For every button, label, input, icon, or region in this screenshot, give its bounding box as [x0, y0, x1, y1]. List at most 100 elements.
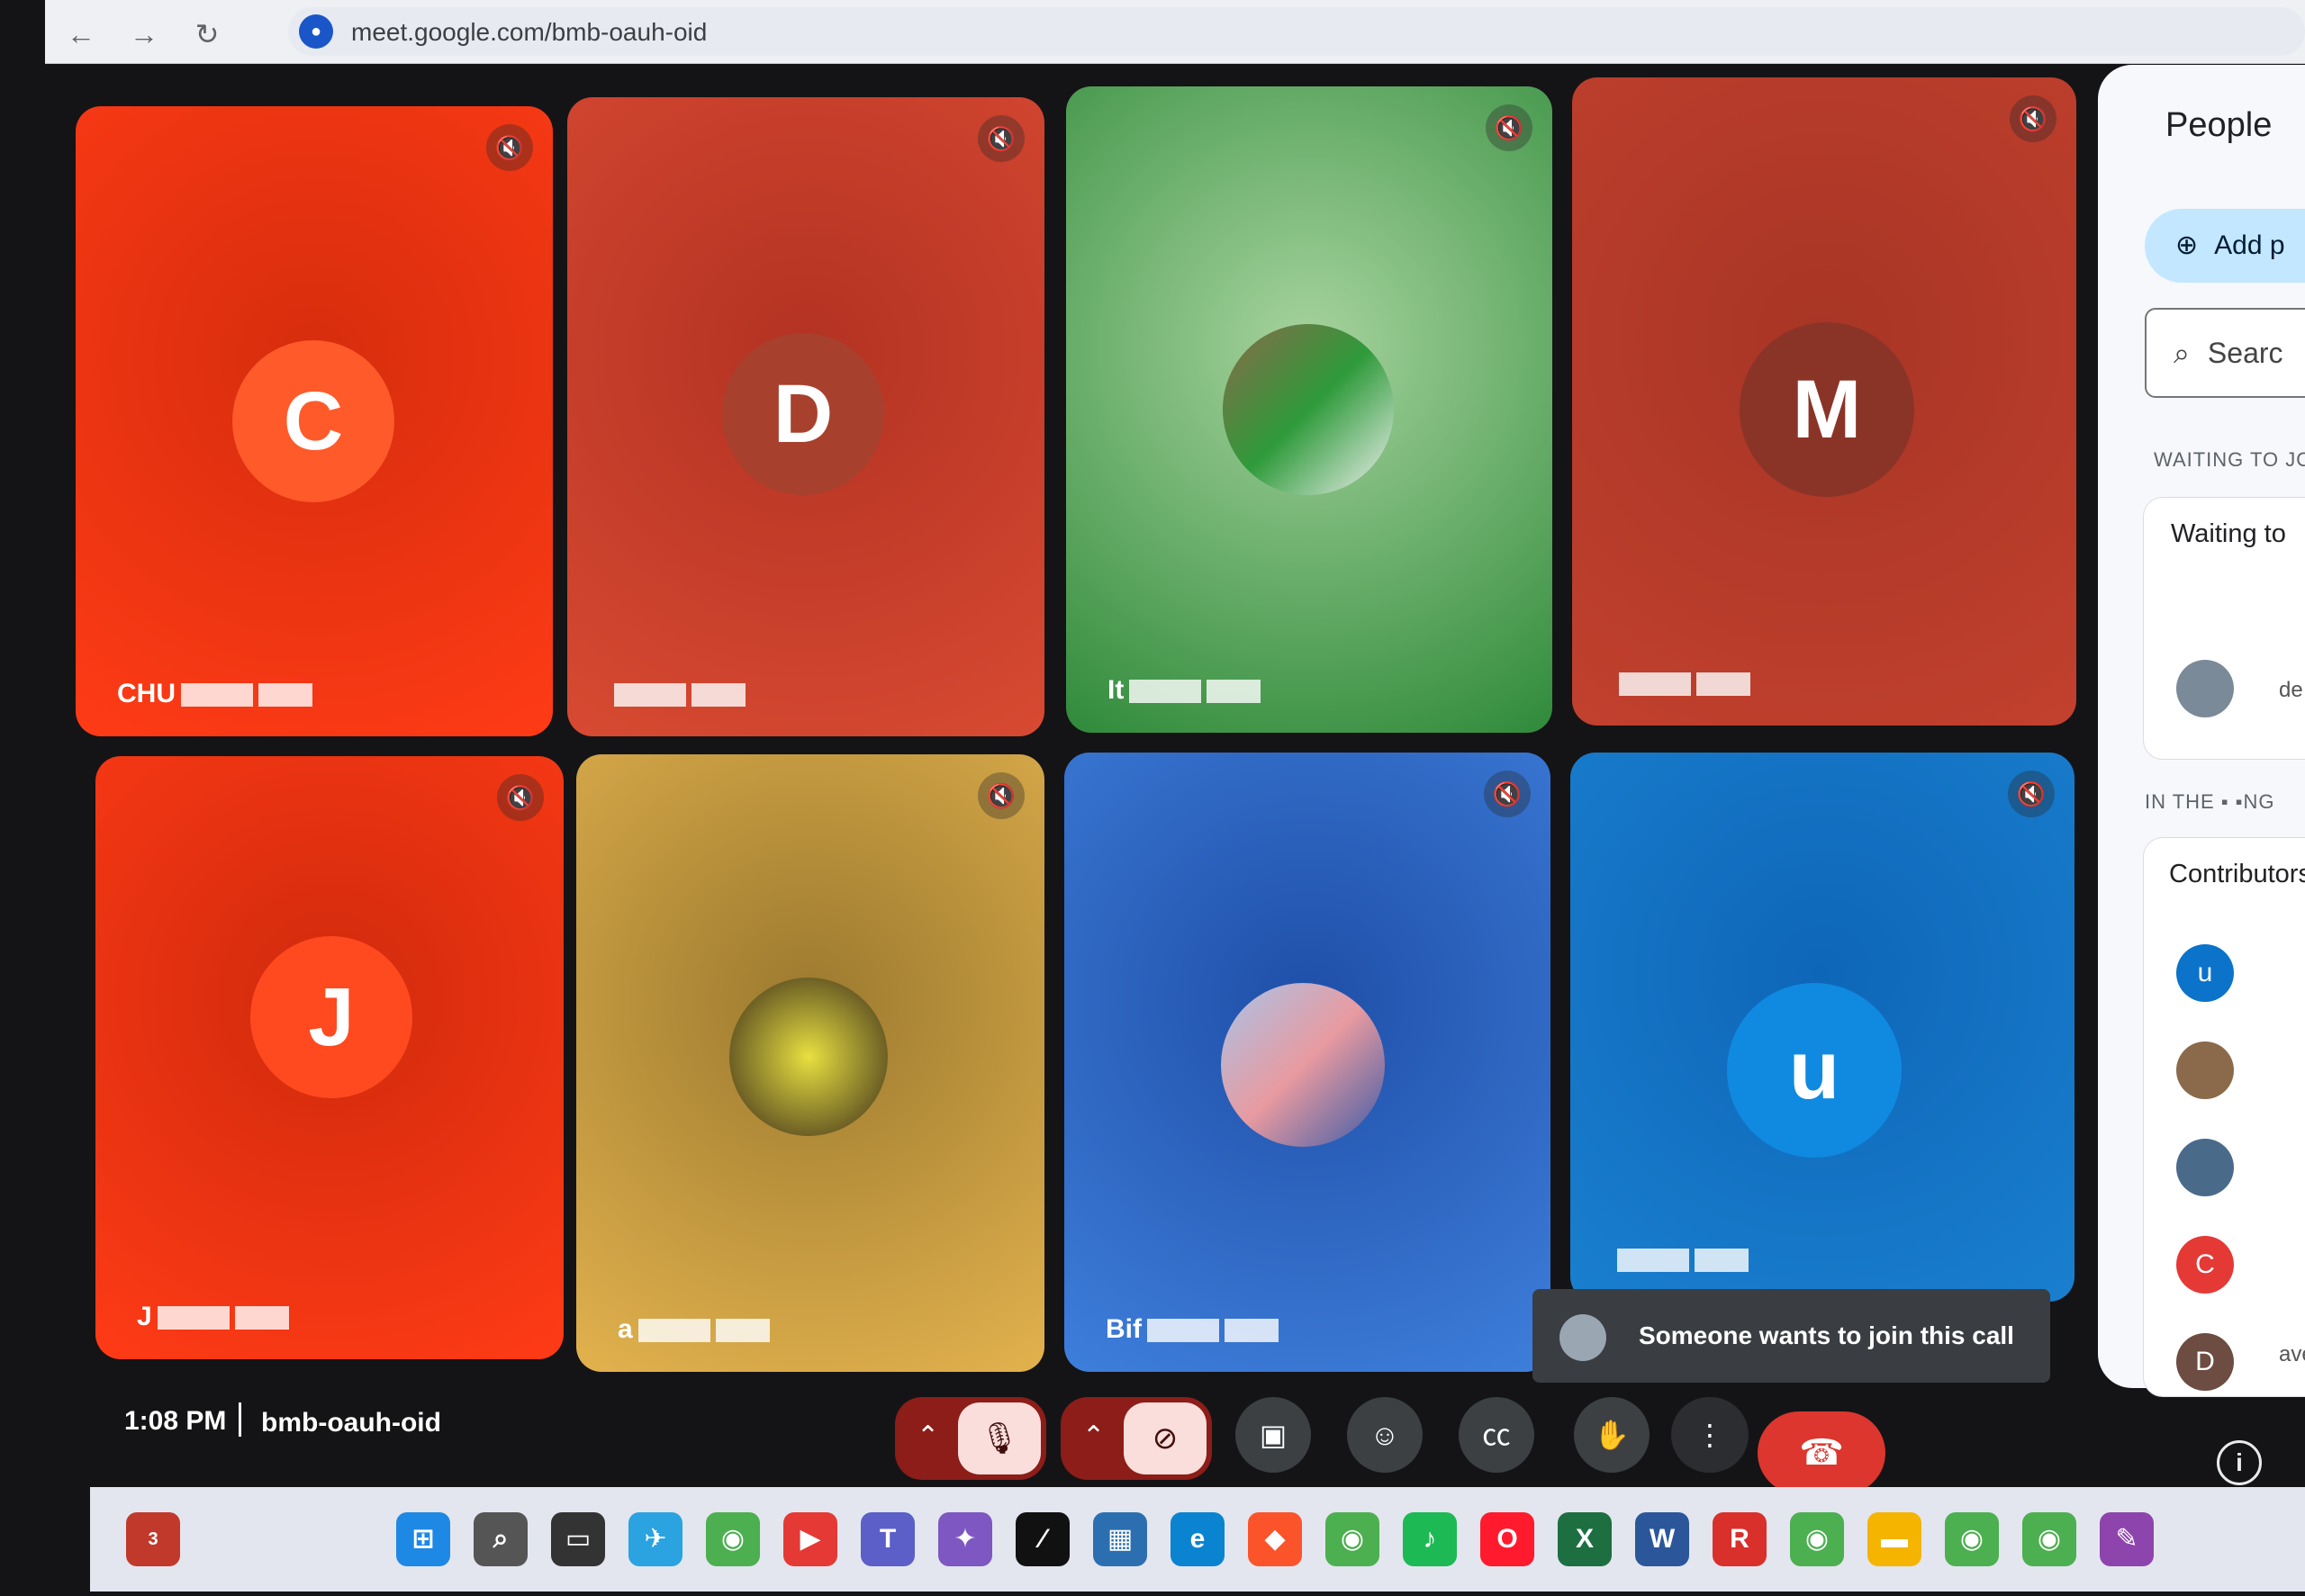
contributor-avatar[interactable]: u [2176, 944, 2234, 1002]
chrome-icon[interactable]: ◉ [1325, 1512, 1379, 1566]
edge-icon[interactable]: e [1171, 1512, 1225, 1566]
capcut-icon[interactable]: ⁄ [1016, 1512, 1070, 1566]
meeting-code: bmb-oauh-oid [261, 1408, 441, 1438]
participant-tile[interactable]: 🔇 D [567, 97, 1044, 736]
end-call-button[interactable]: ☎ [1758, 1411, 1885, 1494]
mic-icon[interactable]: ● [299, 14, 333, 49]
forward-button[interactable]: → [124, 14, 164, 54]
notification-badge: 3 [148, 1529, 158, 1549]
camera-control-group: ⌃ ⊘ [1061, 1397, 1212, 1480]
participant-avatar: D [722, 333, 884, 495]
teams-icon[interactable]: T [861, 1512, 915, 1566]
copilot-icon[interactable]: ✦ [938, 1512, 992, 1566]
muted-mic-icon: 🔇 [1484, 771, 1531, 817]
meeting-info-button[interactable]: i [2217, 1440, 2262, 1485]
participant-tile[interactable]: 🔇 It [1066, 86, 1552, 733]
chrome-icon[interactable]: ◉ [1790, 1512, 1844, 1566]
add-people-button[interactable]: ⊕ Add p [2145, 209, 2305, 283]
back-button[interactable]: ← [61, 14, 101, 54]
search-icon: ⌕ [2174, 337, 2190, 369]
participant-tile[interactable]: 🔇 C CHU [76, 106, 553, 736]
back-icon: ← [67, 18, 95, 50]
camera-off-button[interactable]: ⊘ [1124, 1402, 1207, 1474]
telegram-icon[interactable]: ✈ [628, 1512, 682, 1566]
mic-off-button[interactable]: 🎙 [958, 1402, 1041, 1474]
task-view-icon[interactable]: ▭ [551, 1512, 605, 1566]
windows-start-icon[interactable]: ⊞ [396, 1512, 450, 1566]
emoji-button[interactable]: ☺ [1347, 1397, 1423, 1473]
contributor-avatar[interactable]: D [2176, 1333, 2234, 1391]
muted-mic-icon: 🔇 [2010, 95, 2056, 142]
opera-icon[interactable]: O [1480, 1512, 1534, 1566]
people-search-input[interactable]: ⌕ Searc [2145, 308, 2305, 398]
join-request-toast[interactable]: Someone wants to join this call [1532, 1289, 2050, 1383]
participant-name: CHU [117, 679, 312, 709]
waiting-card: Waiting to de [2143, 497, 2305, 760]
participant-avatar: u [1727, 983, 1902, 1158]
camera-off-icon: ⊘ [1152, 1421, 1179, 1456]
chrome-icon[interactable]: ◉ [2022, 1512, 2076, 1566]
contributor-avatar[interactable]: C [2176, 1236, 2234, 1294]
more-options-icon: ⋮ [1695, 1419, 1724, 1451]
participant-tile[interactable]: 🔇 u [1570, 753, 2074, 1302]
search-icon[interactable]: ⌕ [474, 1512, 528, 1566]
participant-tile[interactable]: 🔇 M [1572, 77, 2076, 726]
participant-name: It [1107, 675, 1261, 706]
captions-icon: ㏄ [1481, 1419, 1511, 1451]
mic-off-icon: 🎙 [980, 1421, 1019, 1456]
contributors-card: Contributors u CDave [2143, 837, 2305, 1397]
participant-name [1612, 1244, 1749, 1275]
muted-mic-icon: 🔇 [497, 774, 544, 821]
panel-title: People [2165, 106, 2273, 144]
app-icon[interactable]: ✎ [2100, 1512, 2154, 1566]
participant-tile[interactable]: 🔇 a [576, 754, 1044, 1372]
reader-icon[interactable]: R [1713, 1512, 1767, 1566]
add-people-label: Add p [2214, 230, 2285, 260]
participant-name [609, 679, 746, 709]
raise-hand-icon: ✋ [1594, 1419, 1630, 1451]
excel-icon[interactable]: X [1558, 1512, 1612, 1566]
meeting-time: 1:08 PM [124, 1406, 227, 1436]
raise-hand-button[interactable]: ✋ [1574, 1397, 1650, 1473]
participant-avatar: C [232, 340, 394, 502]
more-options-button[interactable]: ⋮ [1671, 1397, 1749, 1473]
chrome-icon[interactable]: ◉ [1945, 1512, 1999, 1566]
participant-name [1614, 668, 1750, 699]
contributor-last-text: ave [2279, 1342, 2305, 1366]
participant-avatar: M [1740, 322, 1914, 497]
participant-tile[interactable]: 🔇 J J [95, 756, 564, 1359]
mic-options-chevron-icon[interactable]: ⌃ [917, 1420, 939, 1452]
address-bar[interactable]: ● meet.google.com/bmb-oauh-oid [288, 7, 2305, 56]
participant-photo [1223, 324, 1394, 495]
notification-icon[interactable]: 3 [126, 1512, 180, 1566]
waiting-person-name: de [2279, 678, 2303, 702]
present-button[interactable]: ▣ [1235, 1397, 1311, 1473]
participant-photo [1221, 983, 1385, 1147]
muted-mic-icon: 🔇 [978, 115, 1025, 162]
emoji-icon: ☺ [1369, 1419, 1400, 1451]
reload-button[interactable]: ↻ [187, 14, 227, 54]
captions-button[interactable]: ㏄ [1459, 1397, 1534, 1473]
waiting-person-avatar [2176, 660, 2234, 717]
youtube-icon[interactable]: ▶ [783, 1512, 837, 1566]
people-panel: People ⊕ Add p ⌕ Searc WAITING TO JO Waiti… [2098, 65, 2305, 1397]
word-icon[interactable]: W [1635, 1512, 1689, 1566]
in-call-section-start: IN THE [2145, 790, 2215, 813]
folder-icon[interactable]: ▬ [1867, 1512, 1921, 1566]
participant-tile[interactable]: 🔇 Bif [1064, 753, 1550, 1372]
present-icon: ▣ [1259, 1419, 1288, 1451]
store-icon[interactable]: ▦ [1093, 1512, 1147, 1566]
requester-avatar [1559, 1314, 1606, 1361]
brave-icon[interactable]: ◆ [1248, 1512, 1302, 1566]
chrome-icon[interactable]: ◉ [706, 1512, 760, 1566]
contributor-avatar[interactable] [2176, 1041, 2234, 1099]
spotify-icon[interactable]: ♪ [1403, 1512, 1457, 1566]
in-call-section-label: IN THE ▪ ▪NG [2145, 790, 2275, 813]
contributor-avatar[interactable] [2176, 1139, 2234, 1196]
add-person-icon: ⊕ [2175, 230, 2199, 260]
camera-options-chevron-icon[interactable]: ⌃ [1082, 1420, 1105, 1452]
participant-name: J [137, 1302, 289, 1332]
participant-name: Bif [1106, 1314, 1279, 1345]
contributors-title: Contributors [2169, 860, 2305, 888]
url-text[interactable]: meet.google.com/bmb-oauh-oid [351, 18, 707, 47]
